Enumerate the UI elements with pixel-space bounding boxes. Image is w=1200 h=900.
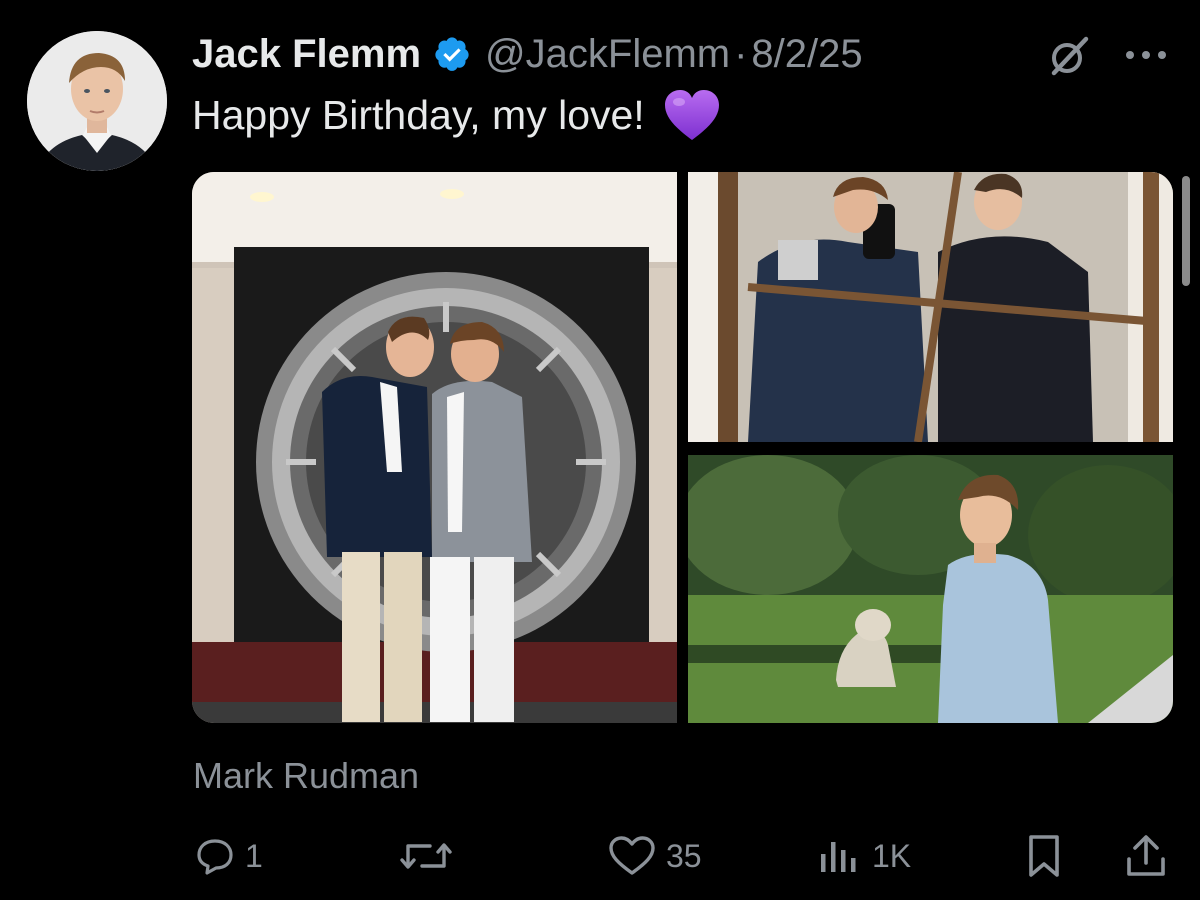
scrollbar-thumb[interactable] <box>1182 176 1190 286</box>
views-button[interactable]: 1K <box>818 826 911 886</box>
photo-mirror-selfie-image <box>688 172 1173 442</box>
bookmark-icon <box>1029 835 1059 877</box>
post-date[interactable]: 8/2/25 <box>751 32 862 77</box>
reply-icon <box>197 839 233 875</box>
like-button[interactable]: 35 <box>608 826 702 886</box>
like-heart-icon <box>609 836 655 875</box>
like-count: 35 <box>666 837 702 874</box>
purple-heart-icon <box>664 90 719 140</box>
reply-count: 1 <box>245 837 263 874</box>
post-text-content: Happy Birthday, my love! <box>192 91 645 138</box>
author-name[interactable]: Jack Flemm <box>192 32 421 77</box>
separator-dot: · <box>734 31 748 76</box>
author-avatar[interactable] <box>27 31 167 171</box>
photo-couple-vault[interactable] <box>192 172 677 723</box>
repost-button[interactable] <box>398 826 464 886</box>
media-grid <box>192 172 1173 723</box>
share-upload-icon <box>1127 835 1165 876</box>
views-count: 1K <box>872 837 912 874</box>
grok-icon[interactable] <box>1046 33 1092 79</box>
photo-garden-portrait[interactable] <box>688 455 1173 723</box>
post-text: Happy Birthday, my love! <box>192 88 721 142</box>
more-options-icon[interactable] <box>1124 48 1168 62</box>
action-bar: 1 35 1K <box>0 826 1200 886</box>
photo-couple-vault-image <box>192 172 677 723</box>
avatar-portrait-image <box>27 31 167 171</box>
views-chart-icon <box>821 842 856 872</box>
reply-button[interactable]: 1 <box>195 826 263 886</box>
photo-mirror-selfie[interactable] <box>688 172 1173 442</box>
verified-badge-icon <box>435 37 469 71</box>
bookmark-button[interactable] <box>1024 826 1064 886</box>
author-handle[interactable]: @JackFlemm <box>485 32 730 77</box>
repost-icon <box>400 843 452 869</box>
share-button[interactable] <box>1124 826 1168 886</box>
photo-garden-portrait-image <box>688 455 1173 723</box>
media-credit[interactable]: Mark Rudman <box>193 755 419 797</box>
post-header: Jack Flemm @JackFlemm · 8/2/25 <box>192 26 863 82</box>
